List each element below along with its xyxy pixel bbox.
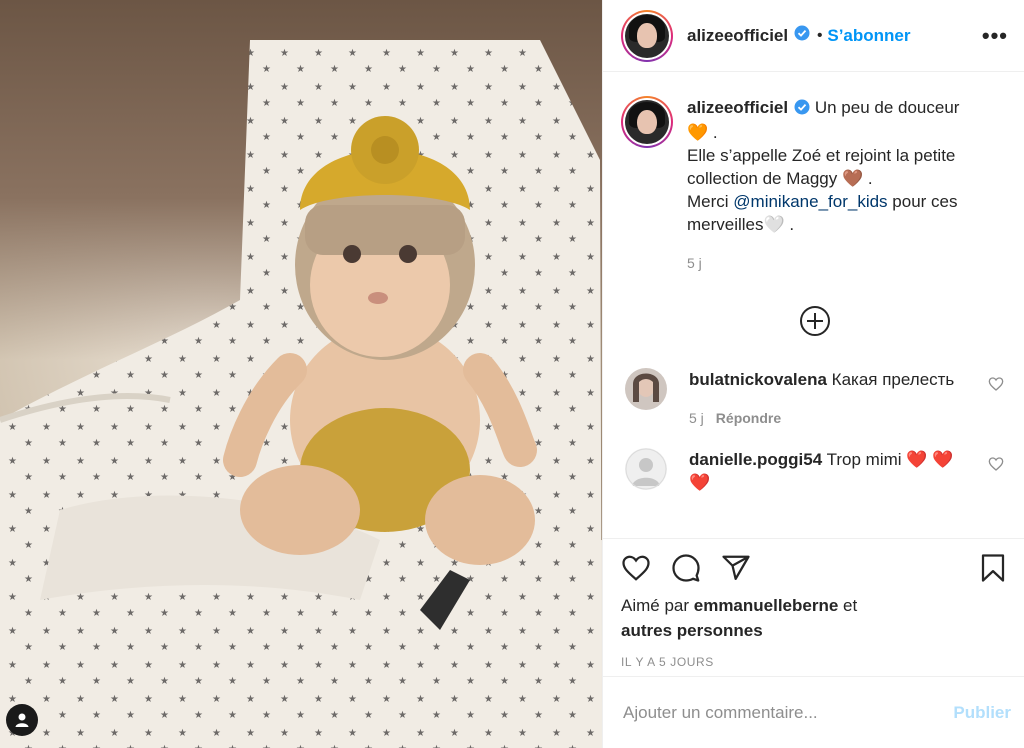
follow-button[interactable]: S’abonner (827, 26, 910, 46)
verified-badge-icon (794, 25, 810, 46)
like-comment-icon[interactable] (988, 376, 1004, 397)
comment-meta: 5 j Répondre (689, 407, 959, 430)
caption-meta: 5 j (687, 252, 977, 275)
author-username[interactable]: alizeeofficiel (687, 26, 788, 46)
caption-avatar[interactable] (621, 96, 673, 148)
caption-text: alizeeofficiel Un peu de douceur 🧡 . Ell… (687, 96, 977, 275)
doll-photo-illustration: ★ ★ (0, 40, 602, 748)
commenter-avatar[interactable] (625, 448, 667, 490)
add-circle-icon[interactable] (799, 305, 831, 342)
post-timestamp[interactable]: IL Y A 5 JOURS (621, 655, 1008, 669)
more-icon[interactable]: ••• (982, 23, 1008, 49)
post-side-panel: alizeeofficiel • S’abonner ••• alizeeoff… (602, 0, 1024, 748)
share-icon[interactable] (721, 553, 751, 583)
likes-suffix: et (838, 596, 858, 615)
verified-badge-icon (794, 98, 810, 121)
caption-line-4: Merci @minikane_for_kids pour ces mervei… (687, 190, 977, 236)
comment-input[interactable] (623, 702, 954, 723)
caption-age[interactable]: 5 j (687, 255, 702, 271)
comment-age[interactable]: 5 j (689, 410, 704, 426)
caption-line-4-prefix: Merci (687, 192, 734, 211)
publish-button[interactable]: Publier (953, 703, 1011, 723)
caption: alizeeofficiel Un peu de douceur 🧡 . Ell… (621, 96, 1008, 275)
load-more (621, 305, 1008, 342)
instagram-post: ★ ★ (0, 0, 1024, 748)
post-photo[interactable]: ★ ★ (0, 0, 602, 748)
post-header: alizeeofficiel • S’abonner ••• (603, 0, 1024, 72)
likes-summary: Aimé par emmanuelleberne et autres perso… (621, 593, 1008, 643)
caption-line-3: Elle s’appelle Zoé et rejoint la petite … (687, 146, 956, 188)
comment-item: bulatnickovalena Какая прелесть 5 j Répon… (621, 368, 1008, 430)
comment-icon[interactable] (671, 553, 701, 583)
separator: • (817, 27, 823, 44)
comment-body: danielle.poggi54 Trop mimi ❤️ ❤️ ❤️ (689, 448, 959, 494)
comment-text: Какая прелесть (831, 370, 955, 389)
action-icons (621, 553, 1008, 583)
user-tag-icon[interactable] (6, 704, 38, 736)
like-comment-icon[interactable] (988, 456, 1004, 477)
caption-line-1: Un peu de douceur (814, 98, 960, 117)
comments-section: alizeeofficiel Un peu de douceur 🧡 . Ell… (603, 72, 1024, 538)
add-comment-bar: Publier (603, 676, 1024, 748)
comment-username[interactable]: danielle.poggi54 (689, 450, 822, 469)
author-avatar[interactable] (621, 9, 673, 62)
mention-link[interactable]: @minikane_for_kids (733, 192, 887, 211)
caption-line-2: 🧡 . (687, 123, 718, 142)
caption-username[interactable]: alizeeofficiel (687, 98, 788, 117)
commenter-avatar[interactable] (625, 368, 667, 410)
liker-username[interactable]: emmanuelleberne (694, 596, 839, 615)
bookmark-icon[interactable] (978, 553, 1008, 583)
comment-item: danielle.poggi54 Trop mimi ❤️ ❤️ ❤️ (621, 448, 1008, 494)
comment-username[interactable]: bulatnickovalena (689, 370, 827, 389)
reply-button[interactable]: Répondre (716, 410, 781, 426)
likes-others-link[interactable]: autres personnes (621, 621, 763, 640)
heart-icon[interactable] (621, 553, 651, 583)
comment-body: bulatnickovalena Какая прелесть 5 j Répon… (689, 368, 959, 430)
likes-prefix: Aimé par (621, 596, 694, 615)
